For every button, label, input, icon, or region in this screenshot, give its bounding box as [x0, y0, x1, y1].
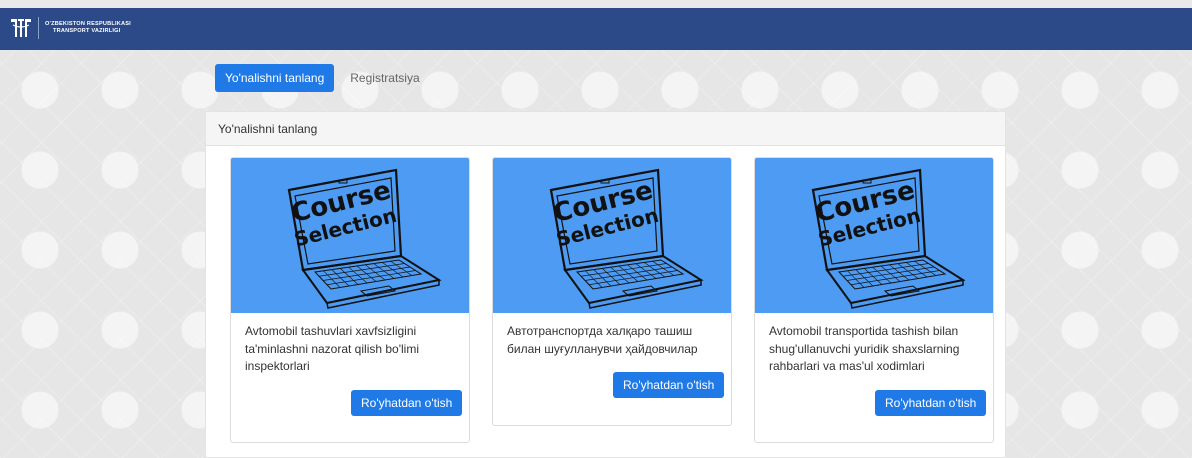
- brand-logo[interactable]: O'ZBEKISTON RESPUBLIKASI TRANSPORT VAZIR…: [10, 16, 131, 40]
- keyboard-column-line: [906, 262, 928, 278]
- tab-select-direction[interactable]: Yo'nalishni tanlang: [215, 64, 335, 92]
- laptop-base-edge: [850, 279, 964, 309]
- org-name-line1: O'ZBEKISTON RESPUBLIKASI: [45, 21, 131, 27]
- course-card: Course Selection Avtomobil transportida t…: [754, 157, 994, 443]
- register-button[interactable]: Ro'yhatdan o'tish: [351, 390, 463, 416]
- laptop-base: [825, 254, 966, 305]
- keyboard-column-line: [644, 262, 666, 278]
- laptop-base: [301, 254, 442, 305]
- course-description: Avtomobil transportida tashish bilan shu…: [769, 324, 960, 373]
- brand-text: O'ZBEKISTON RESPUBLIKASI TRANSPORT VAZIR…: [45, 21, 131, 35]
- keyboard-column-line: [914, 260, 937, 276]
- course-image: Course Selection: [493, 158, 731, 313]
- brand-divider: [38, 17, 39, 39]
- tab-bar: Yo'nalishni tanlang Registratsiya: [215, 64, 430, 92]
- course-description: Avtomobil tashuvlari xavfsizligini ta'mi…: [245, 324, 419, 373]
- course-description: Автотранспортда халқаро ташиш билан шуғу…: [507, 324, 698, 356]
- tab-registration[interactable]: Registratsiya: [340, 64, 429, 92]
- register-button[interactable]: Ro'yhatdan o'tish: [613, 372, 725, 398]
- course-card: Course Selection Автотранспортда халқаро …: [492, 157, 732, 426]
- ministry-emblem-icon: [11, 19, 31, 37]
- keyboard-column-line: [652, 260, 675, 276]
- course-image: Course Selection: [755, 158, 993, 313]
- top-navbar: O'ZBEKISTON RESPUBLIKASI TRANSPORT VAZIR…: [0, 8, 1192, 50]
- keyboard-column-line: [390, 260, 413, 276]
- laptop-illustration: CourseSelection: [287, 168, 442, 309]
- course-image: Course Selection: [231, 158, 469, 313]
- org-name-line2: TRANSPORT VAZIRLIGI: [53, 28, 121, 34]
- laptop-base-edge: [588, 279, 702, 309]
- laptop-illustration: CourseSelection: [549, 168, 704, 309]
- panel-title: Yo'nalishni tanlang: [206, 112, 1005, 146]
- keyboard-column-line: [382, 262, 404, 278]
- course-card: Course Selection Avtomobil tashuvlari xav…: [230, 157, 470, 443]
- laptop-illustration: CourseSelection: [811, 168, 966, 309]
- laptop-base: [563, 254, 704, 305]
- register-button[interactable]: Ro'yhatdan o'tish: [875, 390, 987, 416]
- laptop-base-edge: [326, 279, 440, 309]
